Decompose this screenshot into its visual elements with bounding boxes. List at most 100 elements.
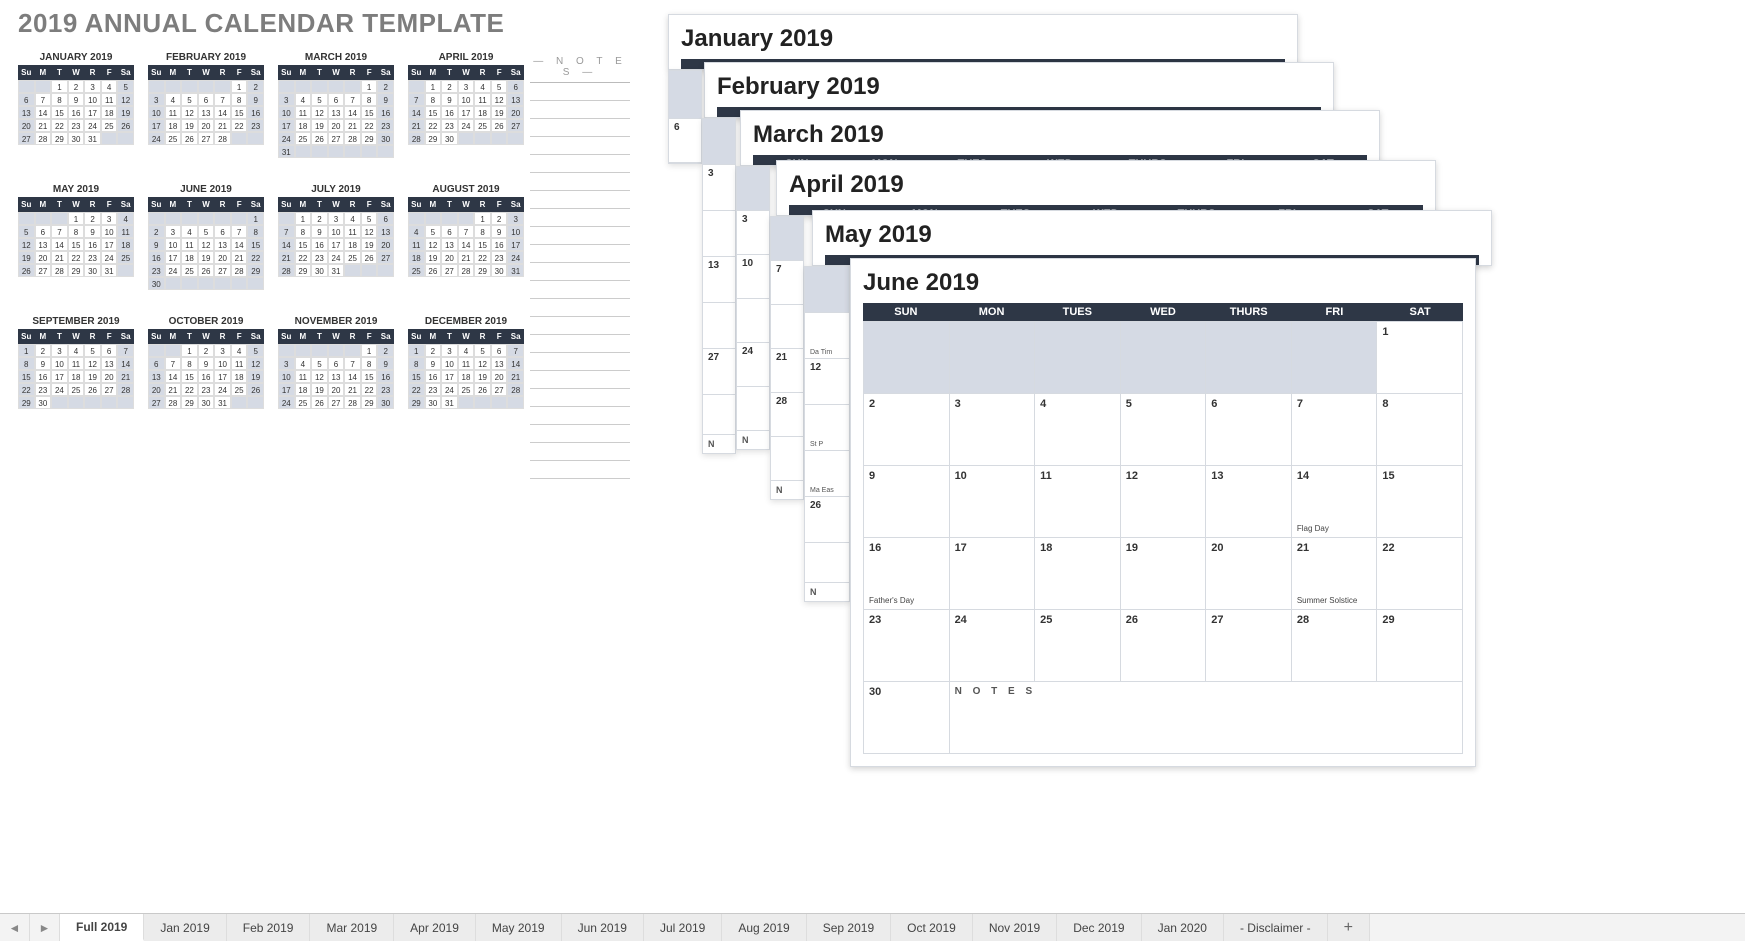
sheet-tab[interactable]: Oct 2019 xyxy=(891,914,973,941)
day-cell[interactable]: 26 xyxy=(1121,610,1207,682)
day-cell[interactable]: 13 xyxy=(1206,466,1292,538)
day-cell[interactable]: 22 xyxy=(1377,538,1463,610)
day-cell[interactable]: 21Summer Solstice xyxy=(1292,538,1378,610)
day-cell[interactable]: 20 xyxy=(1206,538,1292,610)
day-cell[interactable]: 3 xyxy=(950,394,1036,466)
sheet-tab[interactable]: May 2019 xyxy=(476,914,562,941)
notes-line[interactable] xyxy=(530,317,630,335)
mini-day-cell: 2 xyxy=(35,344,52,357)
day-cell[interactable]: 18 xyxy=(1035,538,1121,610)
day-cell[interactable]: 17 xyxy=(950,538,1036,610)
notes-line[interactable] xyxy=(530,335,630,353)
notes-line[interactable] xyxy=(530,371,630,389)
sheet-tab[interactable]: - Disclaimer - xyxy=(1224,914,1328,941)
day-cell[interactable]: 1 xyxy=(1377,322,1463,394)
sheet-tab[interactable]: Aug 2019 xyxy=(722,914,806,941)
notes-line[interactable] xyxy=(530,155,630,173)
sheet-tab[interactable]: Nov 2019 xyxy=(973,914,1057,941)
mini-day-header: F xyxy=(101,65,118,80)
notes-line[interactable] xyxy=(530,191,630,209)
day-cell[interactable]: 10 xyxy=(950,466,1036,538)
peek-cell: 3 xyxy=(703,165,735,211)
mini-day-cell: 18 xyxy=(165,119,182,132)
mini-day-cell: 16 xyxy=(198,370,215,383)
notes-line[interactable] xyxy=(530,389,630,407)
mini-day-cell: 29 xyxy=(295,264,312,277)
notes-line[interactable] xyxy=(530,137,630,155)
day-cell[interactable] xyxy=(1292,322,1378,394)
notes-line[interactable] xyxy=(530,101,630,119)
day-cell[interactable]: 14Flag Day xyxy=(1292,466,1378,538)
add-sheet-button[interactable]: + xyxy=(1328,914,1370,941)
mini-day-cell xyxy=(214,277,231,290)
mini-day-cell: 11 xyxy=(474,93,491,106)
tab-nav-prev[interactable]: ◄ xyxy=(0,914,30,941)
mini-day-cell: 23 xyxy=(311,251,328,264)
day-cell[interactable]: 9 xyxy=(864,466,950,538)
notes-line[interactable] xyxy=(530,353,630,371)
day-cell[interactable]: 28 xyxy=(1292,610,1378,682)
mini-day-cell: 19 xyxy=(117,106,134,119)
day-cell[interactable]: 24 xyxy=(950,610,1036,682)
day-cell[interactable]: 5 xyxy=(1121,394,1207,466)
day-cell[interactable]: 16Father's Day xyxy=(864,538,950,610)
day-cell[interactable] xyxy=(1206,322,1292,394)
mini-day-header: T xyxy=(181,197,198,212)
day-cell[interactable]: 27 xyxy=(1206,610,1292,682)
sheet-tab[interactable]: Jan 2019 xyxy=(144,914,226,941)
peek-cell: N xyxy=(737,431,769,449)
day-cell[interactable] xyxy=(1121,322,1207,394)
sheet-tab[interactable]: Apr 2019 xyxy=(394,914,476,941)
day-cell[interactable]: 11 xyxy=(1035,466,1121,538)
day-cell[interactable]: 23 xyxy=(864,610,950,682)
notes-line[interactable] xyxy=(530,299,630,317)
day-cell[interactable]: 12 xyxy=(1121,466,1207,538)
day-cell[interactable]: 15 xyxy=(1377,466,1463,538)
mini-day-header: Sa xyxy=(377,65,394,80)
notes-line[interactable] xyxy=(530,209,630,227)
sheet-tab[interactable]: Mar 2019 xyxy=(310,914,394,941)
mini-day-cell: 10 xyxy=(441,357,458,370)
notes-line[interactable] xyxy=(530,227,630,245)
sheet-tab[interactable]: Full 2019 xyxy=(60,914,144,941)
mini-day-cell: 21 xyxy=(344,383,361,396)
mini-day-cell: 18 xyxy=(231,370,248,383)
peek-cell: Ma Eas xyxy=(805,451,849,497)
notes-line[interactable] xyxy=(530,281,630,299)
day-cell[interactable]: 4 xyxy=(1035,394,1121,466)
notes-line[interactable] xyxy=(530,119,630,137)
notes-line[interactable] xyxy=(530,173,630,191)
sheet-tab[interactable]: Jul 2019 xyxy=(644,914,722,941)
mini-day-cell xyxy=(474,132,491,145)
day-cell[interactable]: 29 xyxy=(1377,610,1463,682)
mini-day-header: Sa xyxy=(507,197,524,212)
day-cell[interactable]: 2 xyxy=(864,394,950,466)
day-cell[interactable] xyxy=(864,322,950,394)
mini-day-cell xyxy=(377,145,394,158)
sheet-tab[interactable]: Jan 2020 xyxy=(1142,914,1224,941)
sheet-tab[interactable]: Feb 2019 xyxy=(227,914,311,941)
day-cell[interactable]: 30 xyxy=(864,682,950,754)
mini-day-cell: 14 xyxy=(117,357,134,370)
notes-line[interactable] xyxy=(530,407,630,425)
notes-line[interactable] xyxy=(530,245,630,263)
notes-line[interactable] xyxy=(530,443,630,461)
notes-line[interactable] xyxy=(530,461,630,479)
day-cell[interactable] xyxy=(950,322,1036,394)
day-cell[interactable]: 7 xyxy=(1292,394,1378,466)
day-cell[interactable]: 6 xyxy=(1206,394,1292,466)
day-cell[interactable]: 8 xyxy=(1377,394,1463,466)
sheet-tab[interactable]: Sep 2019 xyxy=(807,914,891,941)
day-cell[interactable]: 25 xyxy=(1035,610,1121,682)
sheet-tab[interactable]: Jun 2019 xyxy=(562,914,644,941)
notes-line[interactable] xyxy=(530,263,630,281)
day-cell[interactable]: 19 xyxy=(1121,538,1207,610)
mini-day-header: F xyxy=(231,65,248,80)
notes-line[interactable] xyxy=(530,425,630,443)
month-notes-cell[interactable]: N O T E S xyxy=(950,682,1463,754)
notes-line[interactable] xyxy=(530,83,630,101)
mini-day-cell: 5 xyxy=(117,80,134,93)
sheet-tab[interactable]: Dec 2019 xyxy=(1057,914,1141,941)
tab-nav-next[interactable]: ► xyxy=(30,914,60,941)
day-cell[interactable] xyxy=(1035,322,1121,394)
